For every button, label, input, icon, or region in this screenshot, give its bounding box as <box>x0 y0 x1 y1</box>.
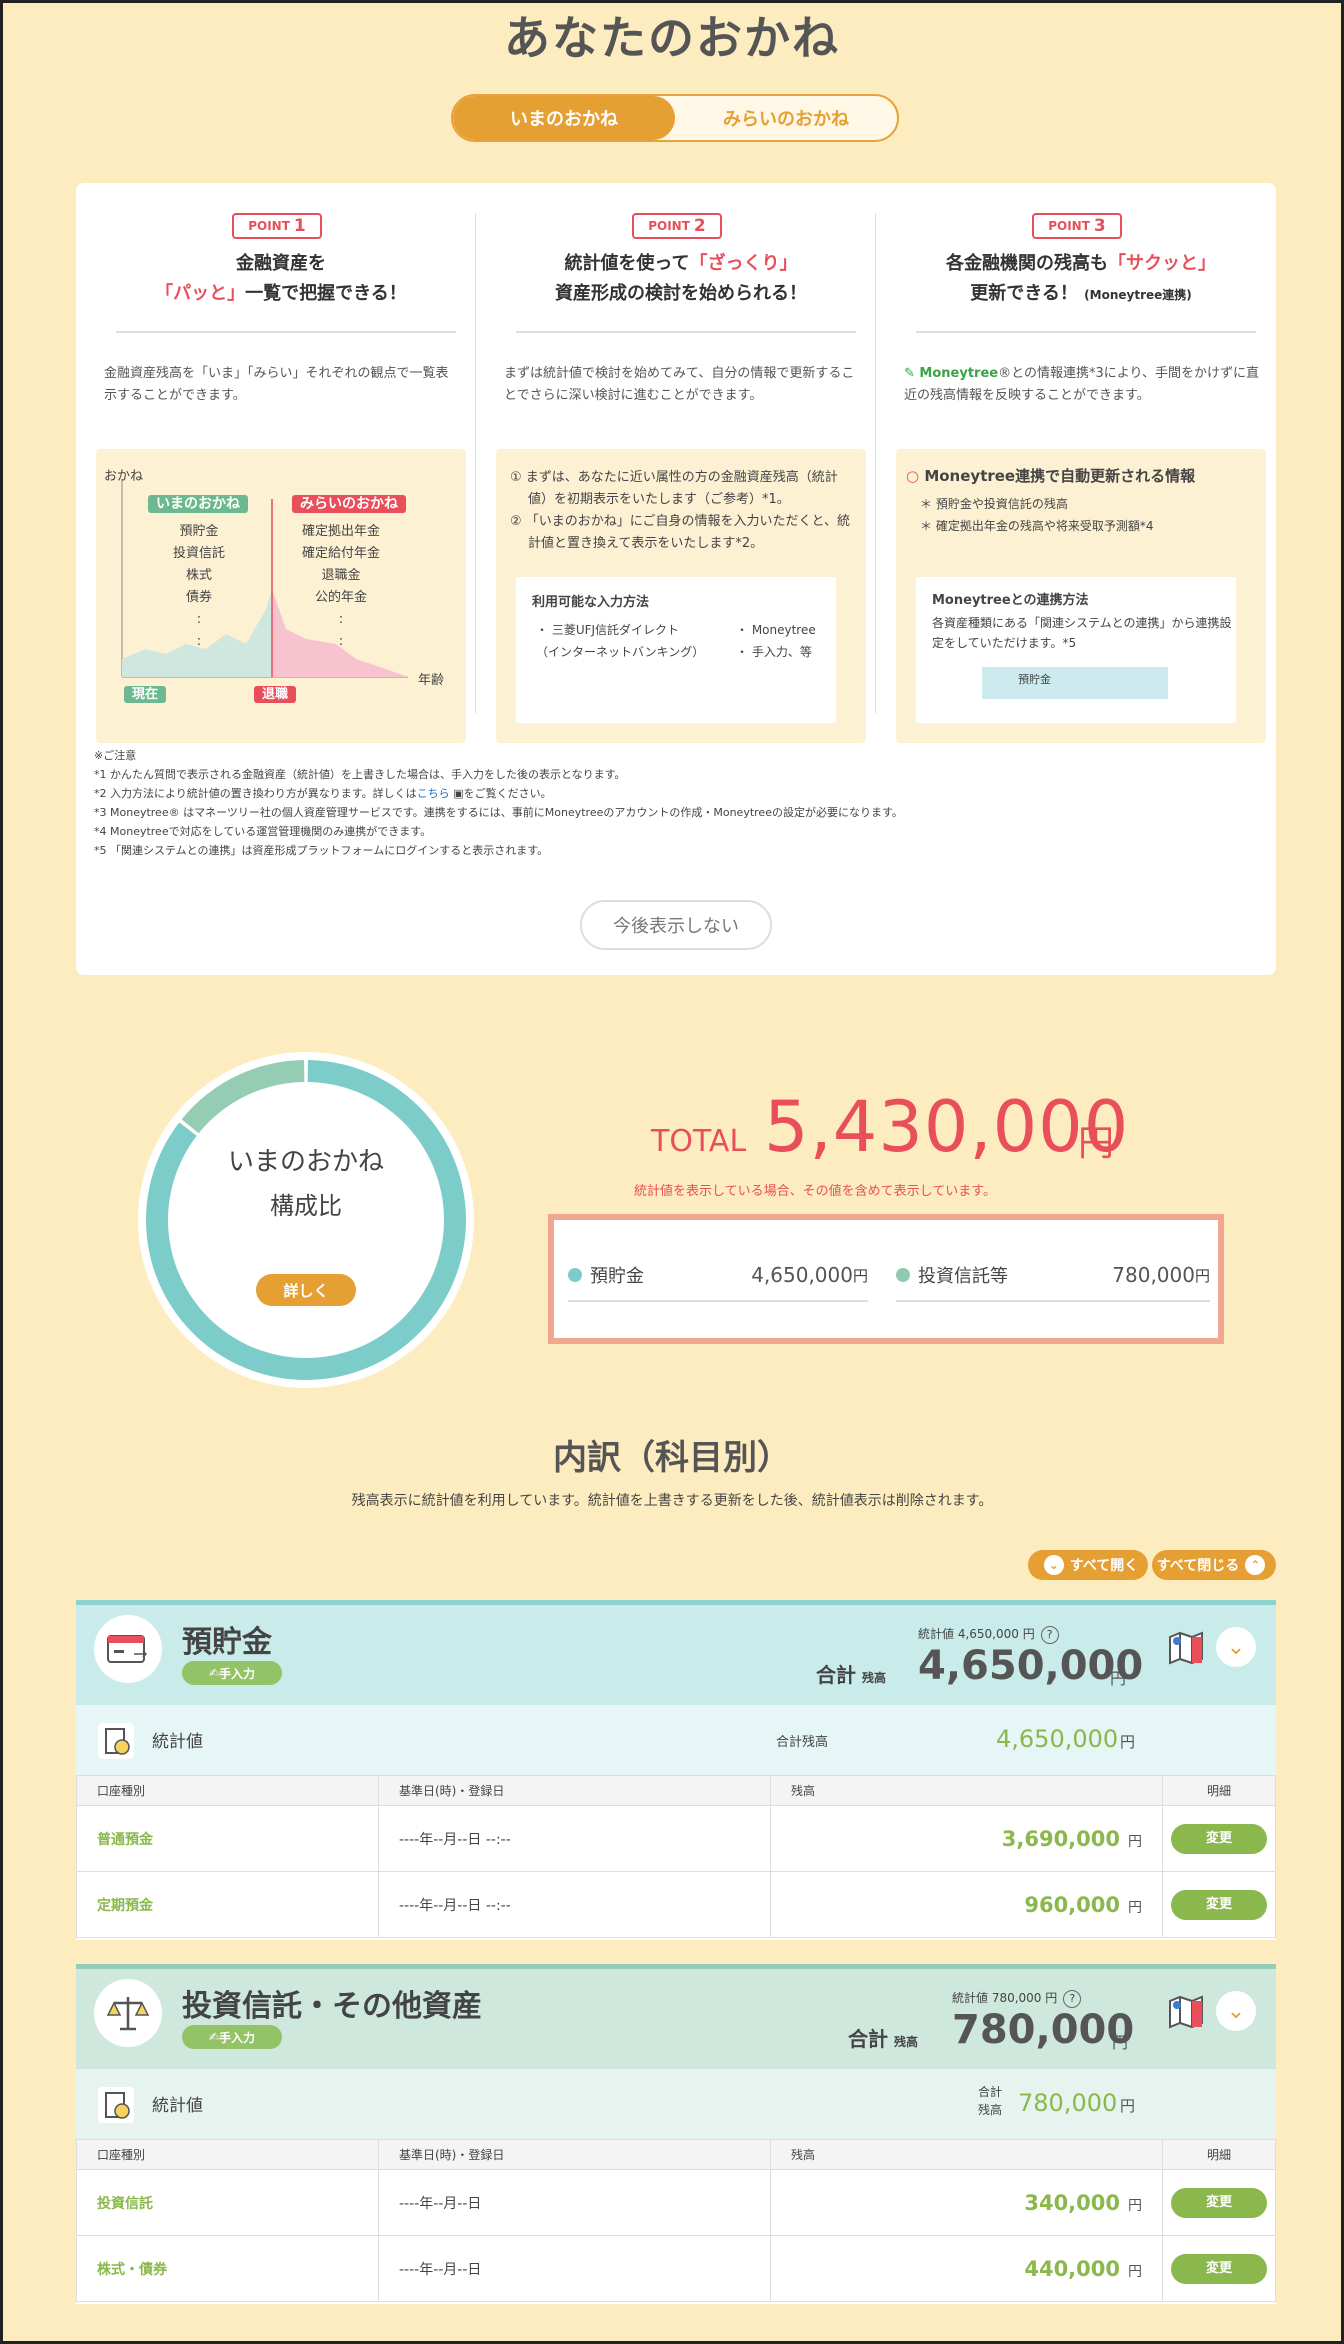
chevron-down-icon[interactable]: ⌄ <box>1216 1627 1256 1667</box>
donut-title: いまのおかね 構成比 <box>227 1147 384 1220</box>
statistics-box: ① まずは、あなたに近い属性の方の金融資産残高（統計値）を初期表示をいたします（… <box>496 449 866 743</box>
axis-x-label: 年齢 <box>418 673 445 688</box>
stat-row: 統計値 合計 残高 780,000 円 <box>76 2069 1276 2139</box>
help-icon[interactable]: ? <box>1063 1990 1082 2008</box>
point-description: ✎ Moneytree®との情報連携*3により、手間をかけずに直近の残高情報を反… <box>904 366 1259 403</box>
asset-tabs: いまのおかね みらいのおかね <box>451 94 899 142</box>
sum-label: 合計 残高 <box>848 2027 919 2051</box>
stat-row: 統計値 合計残高 4,650,000 円 <box>76 1705 1276 1775</box>
notes: ※ご注意 *1 かんたん質問で表示される金融資産（統計値）を上書きした場合は、手… <box>94 749 903 857</box>
moneytree-title: ○ Moneytree連携で自動更新される情報 <box>906 467 1196 485</box>
legend-dot <box>568 1268 582 1282</box>
point-badge: POINT 1 <box>232 213 322 239</box>
table-row: 株式・債券 ----年--月--日 440,000 円 変更 <box>76 2235 1276 2302</box>
change-button[interactable]: 変更 <box>1171 1823 1267 1854</box>
table-row: 定期預金 ----年--月--日 --:-- 960,000 円 変更 <box>76 1871 1276 1938</box>
details-button[interactable]: 詳しく <box>256 1274 356 1306</box>
ring-icon: ○ <box>906 467 920 485</box>
tab-now-money[interactable]: いまのおかね <box>453 96 675 140</box>
point-3: POINT 3 各金融機関の残高も「サクッと」 更新できる！ (Moneytree… <box>896 213 1266 743</box>
account-table: 口座種別 基準日(時)・登録日 残高 明細 普通預金 ----年--月--日 --:-… <box>76 1775 1276 1938</box>
moneytree-bullets: ＊ 預貯金や投資信託の残高 ＊ 確定拠出年金の残高や将来受取予測額*4 <box>920 497 1154 533</box>
card-investment: 投資信託・その他資産 ✍ 手入力 統計値 780,000 円? 合計 残高 780… <box>76 1964 1276 2304</box>
external-window-icon: ▣ <box>453 787 464 800</box>
map-icon[interactable] <box>1166 1991 1206 2031</box>
now-tag: いまのおかね <box>148 495 248 513</box>
table-row: 投資信託 ----年--月--日 340,000 円 変更 <box>76 2169 1276 2236</box>
close-all-button[interactable]: すべて閉じる ⌃ <box>1152 1550 1276 1580</box>
chevron-down-icon: ⌄ <box>1043 1555 1064 1575</box>
account-table: 口座種別 基準日(時)・登録日 残高 明細 投資信託 ----年--月--日 340,… <box>76 2139 1276 2302</box>
legend-dot <box>896 1268 910 1282</box>
section-subtitle: 残高表示に統計値を利用しています。統計値を上書きする更新をした後、統計値表示は削… <box>351 1493 993 1509</box>
point-2: POINT 2 統計値を使って「ざっくり」 資産形成の検討を始められる！ まずは統… <box>496 213 866 743</box>
retire-tag: 退職 <box>254 686 297 703</box>
breakdown-item-savings: 預貯金 4,650,000 円 <box>568 1250 868 1302</box>
manual-input-badge: ✍ 手入力 <box>182 2025 282 2049</box>
dont-show-again-button[interactable]: 今後表示しない <box>580 900 772 950</box>
point-description: まずは統計値で検討を始めてみて、自分の情報で更新することでさらに深い検討に進むこ… <box>504 366 855 403</box>
stat-small: 統計値 780,000 円? <box>952 1989 1082 2008</box>
document-clock-icon <box>98 1723 134 1759</box>
point-badge: POINT 2 <box>632 213 722 239</box>
page-title: あなたのおかね <box>504 11 840 65</box>
assets-graph-box: おかね 年齢 いまのおかね みらいのおかね 預貯金 投資信託 株式 債券:: 確定拠出… <box>96 449 466 743</box>
sum-unit: 円 <box>1110 1669 1127 1688</box>
total-note: 統計値を表示している場合、その値を含めて表示しています。 <box>634 1184 996 1199</box>
moneytree-link-box: Moneytreeとの連携方法 各資産種類にある「関連システムとの連携」から連携… <box>916 577 1236 723</box>
total-value: 5,430,000 <box>764 1086 1130 1168</box>
chevron-down-icon[interactable]: ⌄ <box>1216 1991 1256 2031</box>
change-button[interactable]: 変更 <box>1171 2253 1267 2284</box>
point-heading: 金融資産を 「パッと」一覧で把握できる！ <box>155 253 407 304</box>
point-badge: POINT 3 <box>1032 213 1122 239</box>
table-row: 普通預金 ----年--月--日 --:-- 3,690,000 円 変更 <box>76 1805 1276 1872</box>
total-label: TOTAL <box>651 1124 747 1159</box>
help-icon[interactable]: ? <box>1040 1626 1059 1644</box>
change-button[interactable]: 変更 <box>1171 2187 1267 2218</box>
open-all-button[interactable]: ⌄ すべて開く <box>1028 1550 1148 1580</box>
now-items: 預貯金 投資信託 株式 債券:: <box>172 524 225 649</box>
point-heading: 統計値を使って「ざっくり」 資産形成の検討を始められる！ <box>555 253 807 304</box>
point-description: 金融資産残高を「いま」「みらい」それぞれの観点で一覧表示することができます。 <box>104 366 449 403</box>
change-button[interactable]: 変更 <box>1171 1889 1267 1920</box>
moneytree-sample-image: 預貯金 <box>982 667 1168 699</box>
future-items: 確定拠出年金 確定給付年金 退職金 公的年金:: <box>301 524 380 649</box>
point-1: POINT 1 金融資産を 「パッと」一覧で把握できる！ 金融資産残高を「いま」「… <box>96 213 466 743</box>
card-header: 預貯金 ✍ 手入力 統計値 4,650,000 円? 合計 残高 4,650,00… <box>76 1600 1276 1705</box>
current-tag: 現在 <box>124 686 167 703</box>
bank-card-icon <box>94 1615 162 1683</box>
details-link[interactable]: こちら <box>417 787 450 800</box>
axis-y-label: おかね <box>104 469 144 484</box>
card-header: 投資信託・その他資産 ✍ 手入力 統計値 780,000 円? 合計 残高 780… <box>76 1964 1276 2069</box>
card-title: 投資信託・その他資産 <box>182 1989 482 2024</box>
card-title: 預貯金 <box>182 1625 272 1660</box>
sum-value: 780,000 <box>952 2007 1135 2053</box>
manual-input-badge: ✍ 手入力 <box>182 1661 282 1685</box>
sum-label: 合計 残高 <box>816 1663 887 1687</box>
breakdown-box: 預貯金 4,650,000 円 投資信託等 780,000 円 <box>548 1214 1224 1344</box>
total-unit: 円 <box>1078 1123 1115 1164</box>
scale-icon <box>94 1979 162 2047</box>
tab-future-money[interactable]: みらいのおかね <box>675 96 897 140</box>
moneytree-box: ○ Moneytree連携で自動更新される情報 ＊ 預貯金や投資信託の残高 ＊ … <box>896 449 1266 743</box>
section-title: 内訳（科目別） <box>553 1438 791 1478</box>
chevron-up-icon: ⌃ <box>1245 1555 1266 1575</box>
map-icon[interactable] <box>1166 1627 1206 1667</box>
stat-small: 統計値 4,650,000 円? <box>918 1625 1059 1644</box>
sum-unit: 円 <box>1112 2033 1129 2052</box>
moneytree-logo: ✎ Moneytree <box>904 366 999 381</box>
stat-steps: ① まずは、あなたに近い属性の方の金融資産残高（統計値）を初期表示をいたします（… <box>510 470 851 551</box>
point-heading: 各金融機関の残高も「サクッと」 更新できる！ (Moneytree連携) <box>946 253 1216 304</box>
document-clock-icon <box>98 2087 134 2123</box>
future-tag: みらいのおかね <box>292 495 406 513</box>
breakdown-item-investment: 投資信託等 780,000 円 <box>896 1250 1210 1302</box>
card-savings: 預貯金 ✍ 手入力 統計値 4,650,000 円? 合計 残高 4,650,00… <box>76 1600 1276 1940</box>
input-methods: 利用可能な入力方法 ・ 三菱UFJ信託ダイレクト （インターネットバンキング） ・… <box>516 577 836 723</box>
